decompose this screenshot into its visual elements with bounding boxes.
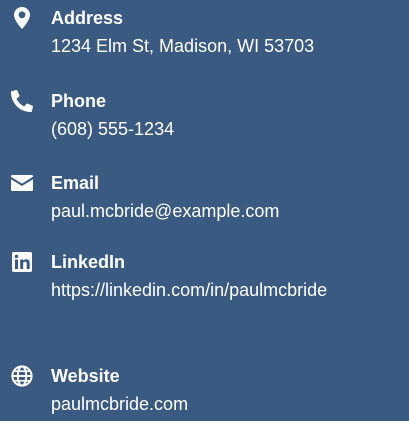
map-marker-icon (10, 6, 34, 30)
phone-icon (10, 89, 34, 113)
phone-label: Phone (51, 91, 107, 111)
envelope-icon (10, 171, 34, 195)
contact-item-email: Email paul.mcbride@example.com (0, 171, 409, 233)
contact-item-website: Website paulmcbride.com (0, 364, 409, 420)
address-label: Address (51, 8, 124, 28)
email-label: Email (51, 173, 100, 193)
email-link[interactable]: paul.mcbride@example.com (51, 199, 401, 224)
website-link[interactable]: paulmcbride.com (51, 392, 401, 417)
address-value: 1234 Elm St, Madison, WI 53703 (51, 36, 315, 56)
linkedin-link[interactable]: https://linkedin.com/in/paulmcbride (51, 278, 401, 303)
website-label: Website (51, 366, 120, 386)
globe-icon (10, 364, 34, 388)
linkedin-icon (10, 250, 34, 274)
contact-item-phone: Phone (608) 555-1234 (0, 89, 409, 151)
phone-link[interactable]: (608) 555-1234 (51, 117, 401, 142)
contact-info-list: Address 1234 Elm St, Madison, WI 53703 P… (0, 0, 409, 421)
contact-item-linkedin: LinkedIn https://linkedin.com/in/paulmcb… (0, 250, 409, 350)
linkedin-label: LinkedIn (51, 252, 126, 272)
contact-item-address: Address 1234 Elm St, Madison, WI 53703 (0, 6, 409, 68)
